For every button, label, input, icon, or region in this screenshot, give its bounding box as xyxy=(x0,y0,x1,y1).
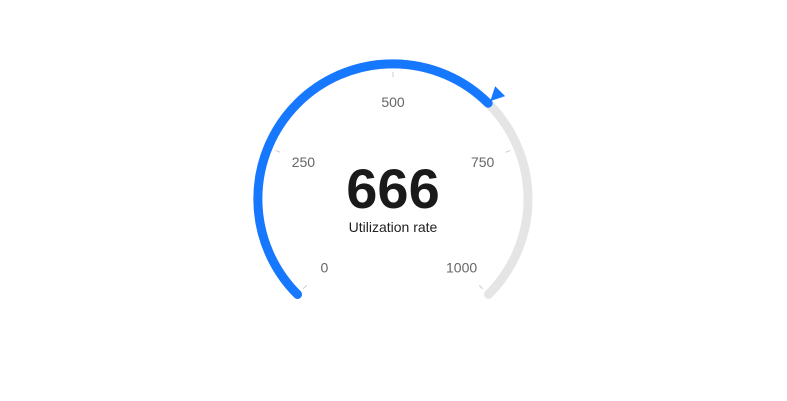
tick-label: 500 xyxy=(381,94,405,110)
tick-label: 750 xyxy=(471,154,495,170)
gauge-chart: 0 250 500 750 1000 666 Utilization rate xyxy=(0,0,787,401)
tick-label: 1000 xyxy=(446,260,477,276)
tick-mark xyxy=(275,149,281,153)
gauge-pointer-icon xyxy=(490,86,506,102)
tick-mark xyxy=(478,284,484,290)
tick-mark xyxy=(505,149,511,153)
gauge-svg: 0 250 500 750 1000 666 Utilization rate xyxy=(253,59,533,299)
gauge-caption: Utilization rate xyxy=(349,219,438,235)
tick-label: 0 xyxy=(321,260,329,276)
tick-mark xyxy=(302,284,308,290)
tick-label: 250 xyxy=(292,154,316,170)
gauge-value: 666 xyxy=(346,157,439,220)
